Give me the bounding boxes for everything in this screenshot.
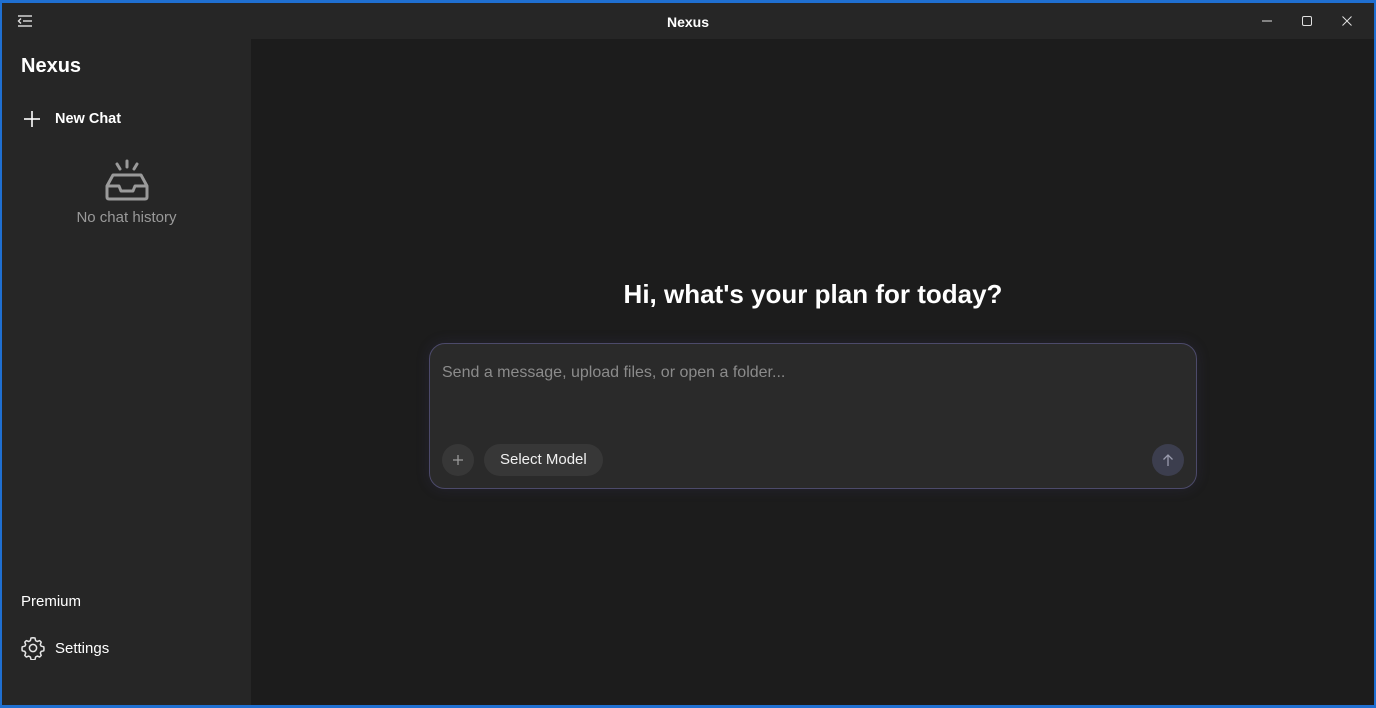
- minimize-button[interactable]: [1247, 3, 1287, 39]
- maximize-button[interactable]: [1287, 3, 1327, 39]
- main-area: Hi, what's your plan for today? Select M…: [251, 39, 1374, 705]
- new-chat-button[interactable]: New Chat: [21, 105, 121, 133]
- app-window: Nexus Nexus New Chat No chat history Pre…: [2, 3, 1374, 705]
- greeting-heading: Hi, what's your plan for today?: [623, 279, 1003, 309]
- title-bar: Nexus: [2, 3, 1374, 39]
- message-composer: Select Model: [429, 343, 1197, 489]
- premium-link[interactable]: Premium: [21, 593, 81, 610]
- close-icon: [1342, 16, 1352, 26]
- empty-history: No chat history: [2, 159, 251, 226]
- settings-label: Settings: [55, 639, 110, 657]
- select-model-button[interactable]: Select Model: [484, 444, 603, 476]
- arrow-up-icon: [1163, 454, 1173, 466]
- attach-button[interactable]: [442, 444, 474, 476]
- empty-history-label: No chat history: [76, 209, 177, 226]
- new-chat-label: New Chat: [55, 111, 122, 127]
- send-button[interactable]: [1152, 444, 1184, 476]
- plus-icon: [453, 455, 463, 465]
- close-button[interactable]: [1327, 3, 1367, 39]
- gear-icon: [21, 637, 45, 660]
- maximize-icon: [1302, 16, 1312, 26]
- minimize-icon: [1262, 20, 1272, 22]
- settings-button[interactable]: Settings: [21, 636, 109, 660]
- inbox-icon: [105, 159, 148, 201]
- message-input[interactable]: [442, 360, 1182, 386]
- sidebar-brand: Nexus: [21, 55, 82, 77]
- window-title: Nexus: [666, 14, 710, 30]
- plus-icon: [24, 111, 40, 127]
- sidebar: Nexus New Chat No chat history Premium S…: [2, 39, 251, 705]
